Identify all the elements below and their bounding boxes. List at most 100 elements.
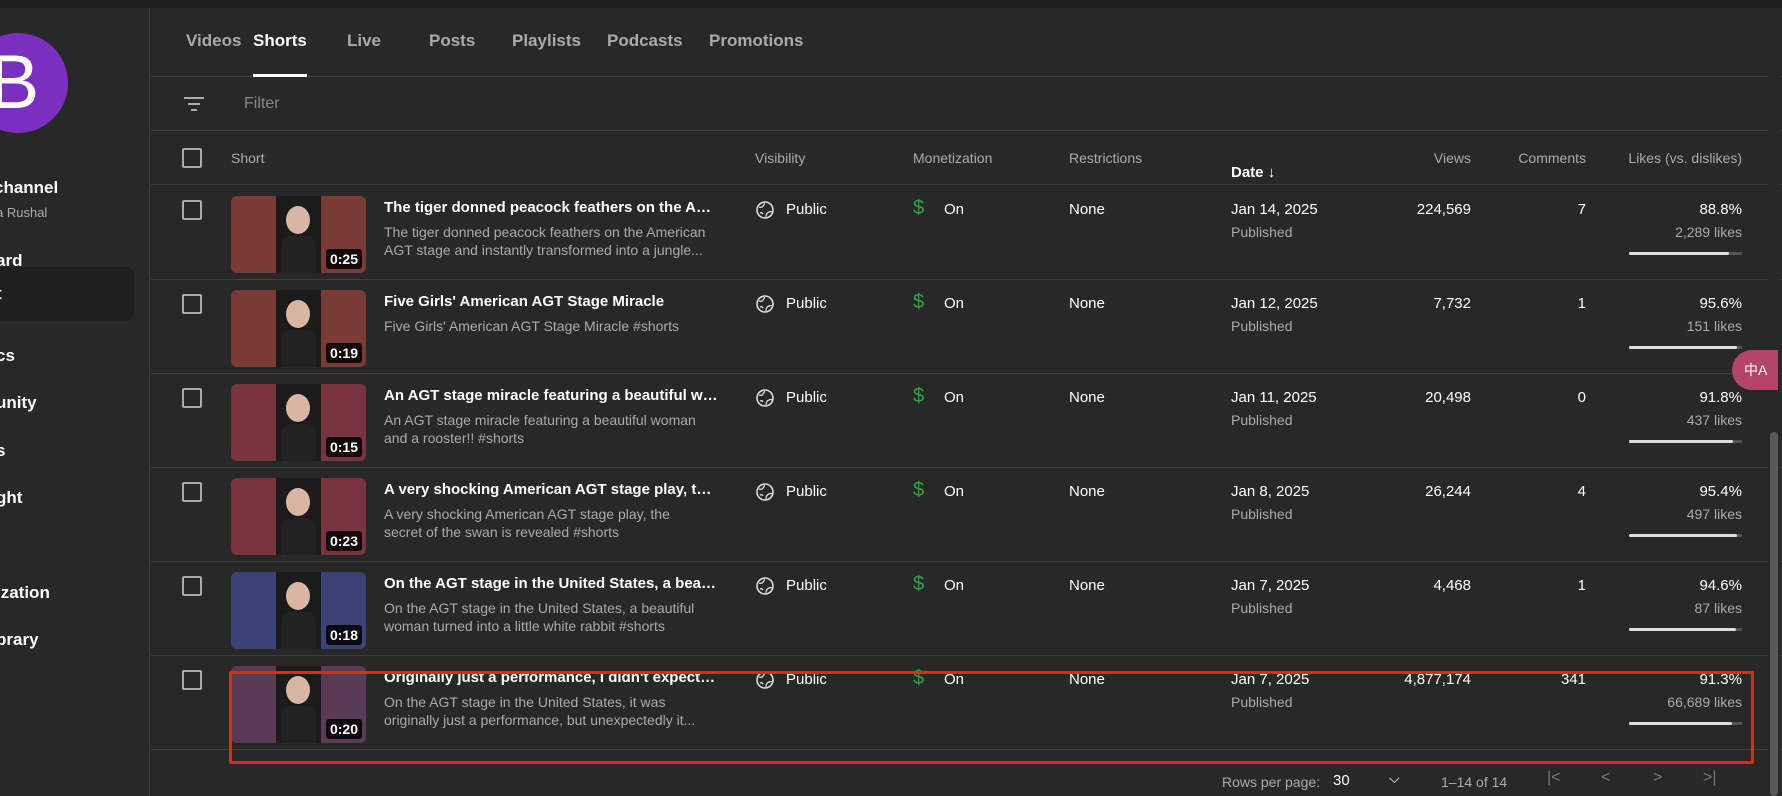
first-page-icon[interactable]: |< [1547, 769, 1561, 787]
globe-icon[interactable] [755, 576, 775, 596]
globe-icon[interactable] [755, 670, 775, 690]
sidebar-item-audio-library[interactable]: brary [0, 613, 134, 667]
monetization-value[interactable]: On [944, 483, 964, 500]
table-row[interactable]: 0:23 A very shocking American AGT stage … [151, 468, 1782, 562]
video-title[interactable]: Five Girls' American AGT Stage Miracle [384, 293, 719, 310]
likes-count: 437 likes [1686, 412, 1742, 428]
table-row[interactable]: 0:19 Five Girls' American AGT Stage Mira… [151, 280, 1782, 374]
thumbnail-figure-head [286, 488, 310, 516]
tab-posts[interactable]: Posts [429, 8, 475, 77]
video-title[interactable]: An AGT stage miracle featuring a beautif… [384, 387, 719, 404]
video-title[interactable]: A very shocking American AGT stage play,… [384, 481, 719, 498]
row-checkbox[interactable] [182, 576, 202, 596]
publish-date: Jan 12, 2025 [1231, 295, 1318, 312]
video-thumbnail[interactable]: 0:20 [231, 666, 366, 743]
column-date-label: Date [1231, 164, 1264, 181]
rows-per-page-select[interactable]: 30 [1333, 772, 1350, 789]
chevron-down-icon[interactable]: ⌵ [1389, 770, 1400, 787]
tab-shorts[interactable]: Shorts [253, 8, 307, 77]
video-thumbnail[interactable]: 0:19 [231, 290, 366, 367]
column-monetization: Monetization [913, 150, 993, 166]
table-row[interactable]: 0:15 An AGT stage miracle featuring a be… [151, 374, 1782, 468]
table-header: Short Visibility Monetization Restrictio… [151, 131, 1782, 185]
globe-icon[interactable] [755, 294, 775, 314]
row-checkbox[interactable] [182, 200, 202, 220]
restrictions-value: None [1069, 483, 1105, 500]
likes-ratio-fill [1629, 534, 1737, 537]
row-checkbox[interactable] [182, 482, 202, 502]
likes-ratio-bar [1629, 252, 1742, 255]
visibility-value[interactable]: Public [786, 483, 827, 500]
table-row[interactable]: 0:25 The tiger donned peacock feathers o… [151, 186, 1782, 280]
views-count: 26,244 [1425, 483, 1471, 500]
dollar-icon[interactable]: $ [913, 291, 924, 314]
globe-icon[interactable] [755, 482, 775, 502]
filter-bar [151, 77, 1782, 131]
video-thumbnail[interactable]: 0:23 [231, 478, 366, 555]
visibility-value[interactable]: Public [786, 295, 827, 312]
video-description: An AGT stage miracle featuring a beautif… [384, 412, 696, 446]
table-row[interactable]: 0:20 Originally just a performance, I di… [151, 656, 1782, 750]
monetization-value[interactable]: On [944, 295, 964, 312]
next-page-icon[interactable]: > [1653, 769, 1662, 787]
video-thumbnail[interactable]: 0:18 [231, 572, 366, 649]
sidebar-item-monetization[interactable]: ization [0, 566, 134, 620]
monetization-value[interactable]: On [944, 577, 964, 594]
likes-ratio-bar [1629, 534, 1742, 537]
video-title[interactable]: On the AGT stage in the United States, a… [384, 575, 719, 592]
translate-badge[interactable]: 中A [1732, 350, 1778, 390]
sidebar-item-label: cs [0, 346, 15, 365]
tab-videos[interactable]: Videos [186, 8, 241, 77]
tab-promotions[interactable]: Promotions [709, 8, 803, 77]
likes-percentage: 91.8% [1699, 389, 1742, 406]
visibility-value[interactable]: Public [786, 577, 827, 594]
scrollbar-thumb[interactable] [1770, 432, 1778, 796]
globe-icon[interactable] [755, 200, 775, 220]
monetization-value[interactable]: On [944, 671, 964, 688]
monetization-value[interactable]: On [944, 389, 964, 406]
globe-icon[interactable] [755, 388, 775, 408]
video-duration: 0:18 [325, 625, 362, 645]
video-title[interactable]: The tiger donned peacock feathers on the… [384, 199, 719, 216]
page-range: 1–14 of 14 [1441, 774, 1508, 790]
table-row[interactable]: 0:18 On the AGT stage in the United Stat… [151, 562, 1782, 656]
tab-live[interactable]: Live [347, 8, 381, 77]
dollar-icon[interactable]: $ [913, 573, 924, 596]
row-checkbox[interactable] [182, 670, 202, 690]
dollar-icon[interactable]: $ [913, 385, 924, 408]
video-thumbnail[interactable]: 0:15 [231, 384, 366, 461]
sidebar-item-community[interactable]: unity [0, 376, 134, 430]
column-likes: Likes (vs. dislikes) [1628, 150, 1742, 166]
channel-avatar[interactable]: B [0, 33, 68, 133]
row-checkbox[interactable] [182, 388, 202, 408]
filter-icon[interactable] [184, 95, 204, 113]
dollar-icon[interactable]: $ [913, 667, 924, 690]
sidebar-item-subtitles[interactable]: s [0, 424, 134, 478]
prev-page-icon[interactable]: < [1601, 769, 1610, 787]
sidebar-item-copyright[interactable]: ght [0, 471, 134, 525]
sidebar-item-content[interactable]: t [0, 267, 134, 321]
publish-status: Published [1231, 506, 1293, 522]
visibility-value[interactable]: Public [786, 671, 827, 688]
pagination: Rows per page: 30 ⌵ 1–14 of 14 |< < > >| [151, 766, 1782, 796]
select-all-checkbox[interactable] [182, 148, 202, 168]
tab-playlists[interactable]: Playlists [512, 8, 581, 77]
video-description: On the AGT stage in the United States, i… [384, 694, 696, 728]
row-checkbox[interactable] [182, 294, 202, 314]
dollar-icon[interactable]: $ [913, 479, 924, 502]
dollar-icon[interactable]: $ [913, 197, 924, 220]
column-comments: Comments [1518, 150, 1586, 166]
likes-ratio-fill [1629, 628, 1736, 631]
thumbnail-figure-body [281, 424, 316, 461]
last-page-icon[interactable]: >| [1703, 769, 1717, 787]
likes-count: 151 likes [1686, 318, 1742, 334]
publish-status: Published [1231, 412, 1293, 428]
video-thumbnail[interactable]: 0:25 [231, 196, 366, 273]
monetization-value[interactable]: On [944, 201, 964, 218]
visibility-value[interactable]: Public [786, 389, 827, 406]
filter-input[interactable] [244, 91, 744, 117]
tab-podcasts[interactable]: Podcasts [607, 8, 683, 77]
video-title[interactable]: Originally just a performance, I didn't … [384, 669, 719, 686]
visibility-value[interactable]: Public [786, 201, 827, 218]
sidebar-item-analytics[interactable]: cs [0, 329, 134, 383]
